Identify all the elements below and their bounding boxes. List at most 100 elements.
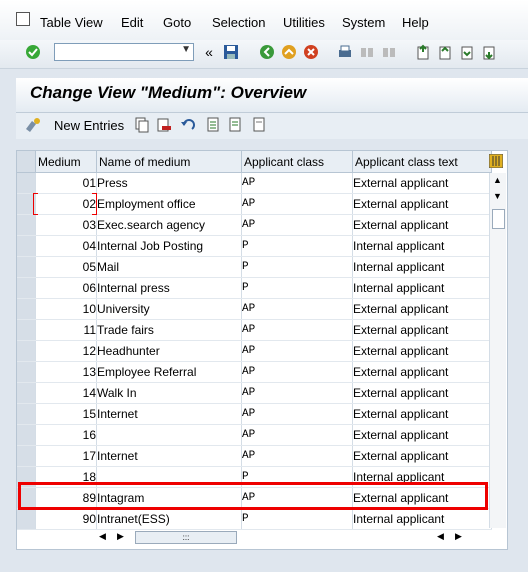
vertical-scrollbar[interactable]: ▲ ▼	[489, 173, 506, 528]
prev-page-icon[interactable]	[436, 43, 454, 61]
table-row[interactable]: 13 Employee Referral AP External applicant	[17, 361, 492, 383]
medium-cell[interactable]: 02	[35, 193, 97, 215]
applicant-class-text-cell[interactable]: Internal applicant	[352, 256, 492, 278]
applicant-class-cell[interactable]: AP	[241, 424, 353, 446]
name-cell[interactable]: Exec.search agency	[96, 214, 242, 236]
column-header-applicant-class-text[interactable]: Applicant class text	[352, 151, 492, 173]
column-header-applicant-class[interactable]: Applicant class	[241, 151, 353, 173]
applicant-class-text-cell[interactable]: Internal applicant	[352, 235, 492, 257]
row-selector[interactable]	[17, 508, 36, 530]
cancel-icon[interactable]	[302, 43, 320, 61]
medium-cell[interactable]: 13	[35, 361, 97, 383]
table-row[interactable]: 05 Mail P Internal applicant	[17, 256, 492, 278]
applicant-class-text-cell[interactable]: External applicant	[352, 319, 492, 341]
table-row[interactable]: 01 Press AP External applicant	[17, 172, 492, 194]
column-header-name[interactable]: Name of medium	[96, 151, 242, 173]
select-all-column-header[interactable]	[17, 151, 36, 173]
applicant-class-cell[interactable]: AP	[241, 382, 353, 404]
applicant-class-text-cell[interactable]: External applicant	[352, 361, 492, 383]
medium-cell[interactable]: 10	[35, 298, 97, 320]
applicant-class-cell[interactable]: P	[241, 256, 353, 278]
name-cell[interactable]: Mail	[96, 256, 242, 278]
name-cell[interactable]: Internal Job Posting	[96, 235, 242, 257]
row-selector[interactable]	[17, 298, 36, 320]
applicant-class-text-cell[interactable]: External applicant	[352, 382, 492, 404]
table-row[interactable]: 15 Internet AP External applicant	[17, 403, 492, 425]
medium-cell[interactable]: 01	[35, 172, 97, 194]
row-selector[interactable]	[17, 172, 36, 194]
applicant-class-cell[interactable]: AP	[241, 445, 353, 467]
menu-selection[interactable]: Selection	[212, 15, 265, 30]
row-selector[interactable]	[17, 277, 36, 299]
applicant-class-text-cell[interactable]: External applicant	[352, 214, 492, 236]
horizontal-scrollbar[interactable]: ◀ ▶ ::: ◀ ▶	[97, 529, 487, 545]
find-icon[interactable]	[358, 43, 376, 61]
name-cell[interactable]: Press	[96, 172, 242, 194]
collapse-command-icon[interactable]: «	[200, 43, 218, 61]
select-block-icon[interactable]	[228, 117, 244, 136]
name-cell[interactable]: Internal press	[96, 277, 242, 299]
medium-cell[interactable]: 14	[35, 382, 97, 404]
medium-cell[interactable]: 11	[35, 319, 97, 341]
table-row[interactable]: 17 Internet AP External applicant	[17, 445, 492, 467]
applicant-class-text-cell[interactable]: External applicant	[352, 403, 492, 425]
applicant-class-text-cell[interactable]: External applicant	[352, 424, 492, 446]
column-header-medium[interactable]: Medium	[35, 151, 97, 173]
exit-icon[interactable]	[280, 43, 298, 61]
row-selector[interactable]	[17, 382, 36, 404]
next-page-icon[interactable]	[458, 43, 476, 61]
applicant-class-cell[interactable]: AP	[241, 214, 353, 236]
row-selector[interactable]	[17, 424, 36, 446]
medium-cell[interactable]: 15	[35, 403, 97, 425]
scroll-right-end-icon[interactable]: ▶	[455, 531, 462, 542]
scroll-up-icon[interactable]: ▲	[493, 175, 502, 185]
applicant-class-cell[interactable]: AP	[241, 193, 353, 215]
applicant-class-text-cell[interactable]: Internal applicant	[352, 277, 492, 299]
applicant-class-cell[interactable]: P	[241, 508, 353, 530]
table-row[interactable]: 90 Intranet(ESS) P Internal applicant	[17, 508, 492, 530]
applicant-class-text-cell[interactable]: External applicant	[352, 340, 492, 362]
deselect-all-icon[interactable]	[252, 117, 268, 136]
applicant-class-cell[interactable]: AP	[241, 298, 353, 320]
medium-cell[interactable]: 05	[35, 256, 97, 278]
first-page-icon[interactable]	[414, 43, 432, 61]
menu-goto[interactable]: Goto	[163, 15, 191, 30]
table-row[interactable]: 02 Employment office AP External applicant	[17, 193, 492, 215]
name-cell[interactable]: Employment office	[96, 193, 242, 215]
find-next-icon[interactable]	[380, 43, 398, 61]
applicant-class-cell[interactable]: AP	[241, 172, 353, 194]
chevron-down-icon[interactable]: ▼	[181, 44, 191, 55]
row-selector[interactable]	[17, 445, 36, 467]
medium-cell[interactable]: 90	[35, 508, 97, 530]
name-cell[interactable]: University	[96, 298, 242, 320]
back-icon[interactable]	[258, 43, 276, 61]
table-row[interactable]: 10 University AP External applicant	[17, 298, 492, 320]
applicant-class-text-cell[interactable]: External applicant	[352, 445, 492, 467]
name-cell[interactable]: Internet	[96, 403, 242, 425]
name-cell[interactable]: Headhunter	[96, 340, 242, 362]
name-cell[interactable]: Internet	[96, 445, 242, 467]
medium-cell[interactable]: 06	[35, 277, 97, 299]
table-row[interactable]: 11 Trade fairs AP External applicant	[17, 319, 492, 341]
select-all-icon[interactable]	[206, 117, 222, 136]
undo-icon[interactable]	[180, 117, 196, 136]
medium-cell[interactable]: 03	[35, 214, 97, 236]
name-cell[interactable]: Trade fairs	[96, 319, 242, 341]
row-selector[interactable]	[17, 361, 36, 383]
name-cell[interactable]: Employee Referral	[96, 361, 242, 383]
name-cell[interactable]: Walk In	[96, 382, 242, 404]
new-entries-icon[interactable]	[24, 117, 42, 136]
save-icon[interactable]	[222, 43, 240, 61]
applicant-class-text-cell[interactable]: External applicant	[352, 172, 492, 194]
menu-table-view[interactable]: Table View	[40, 15, 103, 30]
table-row[interactable]: 12 Headhunter AP External applicant	[17, 340, 492, 362]
row-selector[interactable]	[17, 214, 36, 236]
table-settings-icon[interactable]	[488, 153, 504, 171]
copy-as-icon[interactable]	[134, 117, 150, 136]
applicant-class-text-cell[interactable]: Internal applicant	[352, 508, 492, 530]
table-row[interactable]: 16 AP External applicant	[17, 424, 492, 446]
delete-icon[interactable]	[156, 117, 172, 136]
medium-cell[interactable]: 12	[35, 340, 97, 362]
medium-cell[interactable]: 17	[35, 445, 97, 467]
applicant-class-text-cell[interactable]: External applicant	[352, 193, 492, 215]
